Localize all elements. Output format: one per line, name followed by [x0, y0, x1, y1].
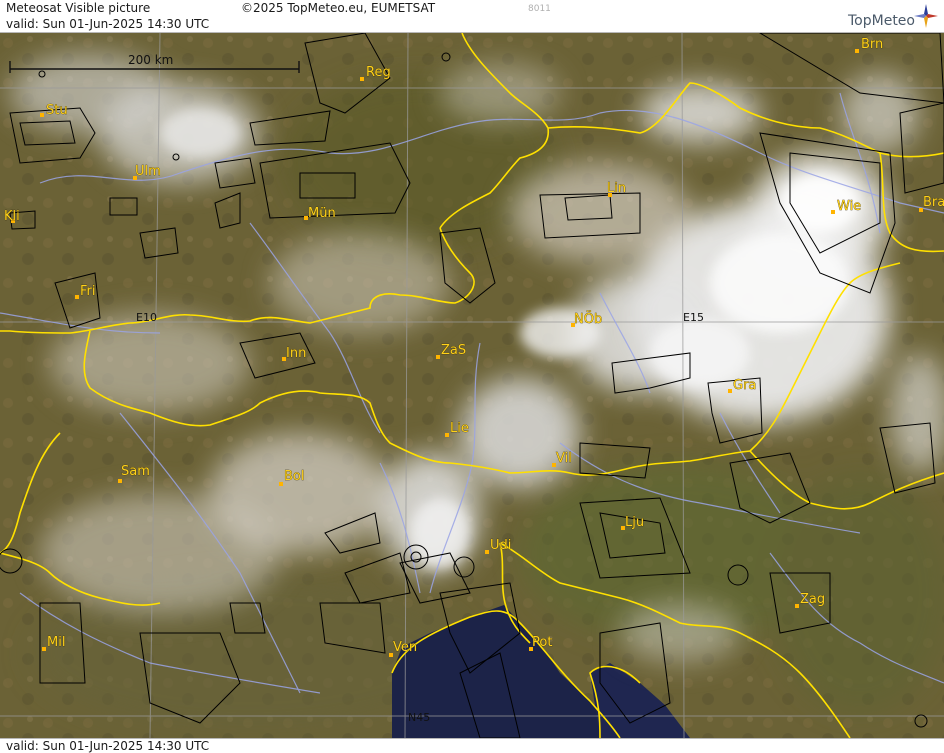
- city-label-lin: Lin: [607, 181, 626, 196]
- grid-label-e10: E10: [136, 311, 157, 324]
- product-title: Meteosat Visible picture: [6, 1, 151, 15]
- grid-label-e15: E15: [683, 311, 704, 324]
- city-label-gra: Gra: [733, 378, 756, 393]
- city-label-brn: Brn: [861, 37, 883, 52]
- city-label-nob: NÖb: [574, 310, 602, 327]
- satellite-map[interactable]: 200 km E10 E15 N45 Reg Brn Stu Ulm Mün L…: [0, 33, 944, 738]
- city-label-inn: Inn: [286, 346, 306, 361]
- city-label-stu: Stu: [46, 103, 68, 118]
- city-label-pot: Pot: [532, 635, 552, 650]
- city-label-bra: Bra: [923, 195, 944, 210]
- city-label-fri: Fri: [80, 284, 96, 299]
- city-label-mil: Mil: [47, 635, 65, 650]
- footer-valid-time: valid: Sun 01-Jun-2025 14:30 UTC: [6, 739, 210, 753]
- city-label-reg: Reg: [366, 65, 391, 80]
- satellite-map-page: Meteosat Visible picture valid: Sun 01-J…: [0, 0, 944, 753]
- city-label-kli: Kli: [4, 209, 20, 224]
- city-label-ulm: Ulm: [135, 164, 161, 179]
- header-bar: Meteosat Visible picture valid: Sun 01-J…: [0, 0, 944, 33]
- footer-bar: valid: Sun 01-Jun-2025 14:30 UTC: [0, 738, 944, 753]
- copyright-text: ©2025 TopMeteo.eu, EUMETSAT: [241, 1, 436, 15]
- city-label-ven: Ven: [393, 640, 417, 655]
- city-label-udi: Udi: [490, 538, 511, 553]
- topmeteo-logo[interactable]: TopMeteo: [848, 13, 915, 29]
- scale-bar-label: 200 km: [128, 53, 173, 67]
- city-label-vil: Vil: [556, 451, 572, 466]
- city-label-zag: Zag: [800, 592, 825, 607]
- valid-time: valid: Sun 01-Jun-2025 14:30 UTC: [6, 17, 210, 31]
- compass-star-icon: [914, 4, 938, 28]
- city-label-wie: Wie: [837, 199, 861, 214]
- image-number: 8011: [528, 4, 551, 14]
- city-label-sam: Sam: [121, 464, 150, 479]
- city-label-lie: Lie: [450, 421, 469, 436]
- city-label-mun: Mün: [308, 206, 336, 221]
- city-label-zas: ZaS: [441, 343, 466, 358]
- grid-label-n45: N45: [408, 711, 430, 724]
- city-label-lju: Lju: [625, 515, 644, 530]
- city-label-bol: Bol: [284, 469, 304, 484]
